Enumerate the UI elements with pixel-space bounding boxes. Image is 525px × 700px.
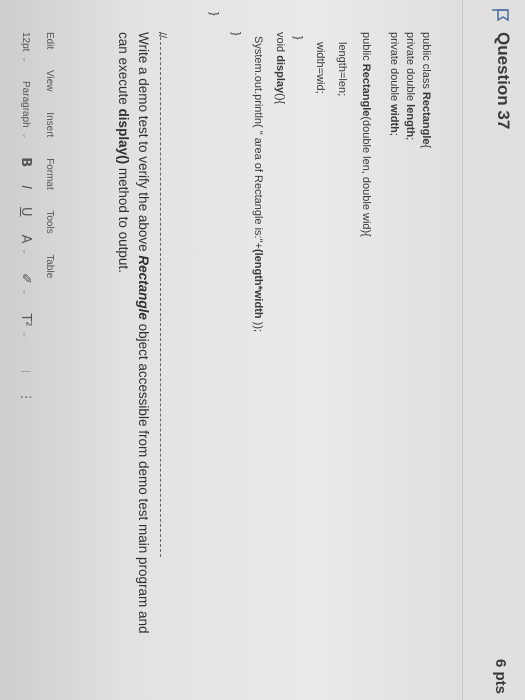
- flag-icon[interactable]: [491, 8, 509, 22]
- code-line-display: void display(){: [274, 32, 286, 105]
- question-title: Question 37: [494, 32, 513, 130]
- block-format-select[interactable]: Paragraph ⌄: [20, 81, 31, 139]
- code-line-close-display: }: [230, 32, 242, 36]
- code-line-assign-width: width=wid;: [314, 42, 326, 94]
- question-instruction: Write a demo test to verify the above Re…: [116, 32, 151, 634]
- code-line-close-class: }: [208, 12, 220, 16]
- code-line-constructor: public Rectangle(double len, double wid)…: [360, 32, 372, 237]
- bold-button[interactable]: B: [18, 157, 33, 167]
- menu-insert[interactable]: Insert: [44, 112, 55, 137]
- superscript-button[interactable]: T² ⌄: [18, 313, 33, 338]
- italic-button[interactable]: I: [18, 185, 33, 189]
- code-line-println: System.out.println( " area of Rectangle …: [252, 36, 264, 333]
- rotated-page: Question 37 6 pts public class Rectangle…: [0, 0, 525, 700]
- code-divider: [160, 32, 161, 557]
- text-color-button[interactable]: A ⌄: [18, 235, 33, 255]
- chevron-down-icon: ⌄: [21, 131, 31, 140]
- menu-format[interactable]: Format: [44, 158, 55, 190]
- chevron-down-icon: ⌄: [20, 287, 31, 296]
- menu-view[interactable]: View: [44, 70, 55, 92]
- more-options-icon[interactable]: ⋮: [18, 391, 33, 404]
- superscript-icon: T²: [18, 313, 33, 327]
- chevron-down-icon: ⌄: [20, 247, 31, 255]
- code-line-assign-length: length=len;: [336, 42, 348, 97]
- code-line-class: public class Rectangle{: [420, 32, 432, 149]
- chevron-down-icon: ⌄: [21, 55, 31, 64]
- code-line-width: private double width;: [388, 32, 400, 136]
- menu-tools[interactable]: Tools: [44, 210, 55, 233]
- editor-toolbar: 12pt ⌄ Paragraph ⌄ B I U A ⌄ ✐ ⌄ T² ⌄ | ⋮: [18, 32, 33, 422]
- question-header: Question 37 6 pts: [462, 0, 525, 700]
- menu-edit[interactable]: Edit: [44, 32, 55, 49]
- editor-menubar: Edit View Insert Format Tools Table: [44, 32, 55, 296]
- code-line-close-constructor: }: [292, 36, 304, 40]
- underline-button[interactable]: U: [18, 207, 33, 217]
- menu-table[interactable]: Table: [44, 254, 55, 278]
- question-points: 6 pts: [492, 658, 509, 694]
- code-line-comment: //: [156, 32, 168, 39]
- highlight-icon: ✐: [18, 273, 33, 284]
- code-line-length: private double length;: [404, 32, 416, 141]
- toolbar-separator: |: [20, 370, 31, 373]
- chevron-down-icon: ⌄: [20, 330, 31, 339]
- font-size-select[interactable]: 12pt ⌄: [20, 32, 31, 63]
- highlight-button[interactable]: ✐ ⌄: [18, 273, 33, 295]
